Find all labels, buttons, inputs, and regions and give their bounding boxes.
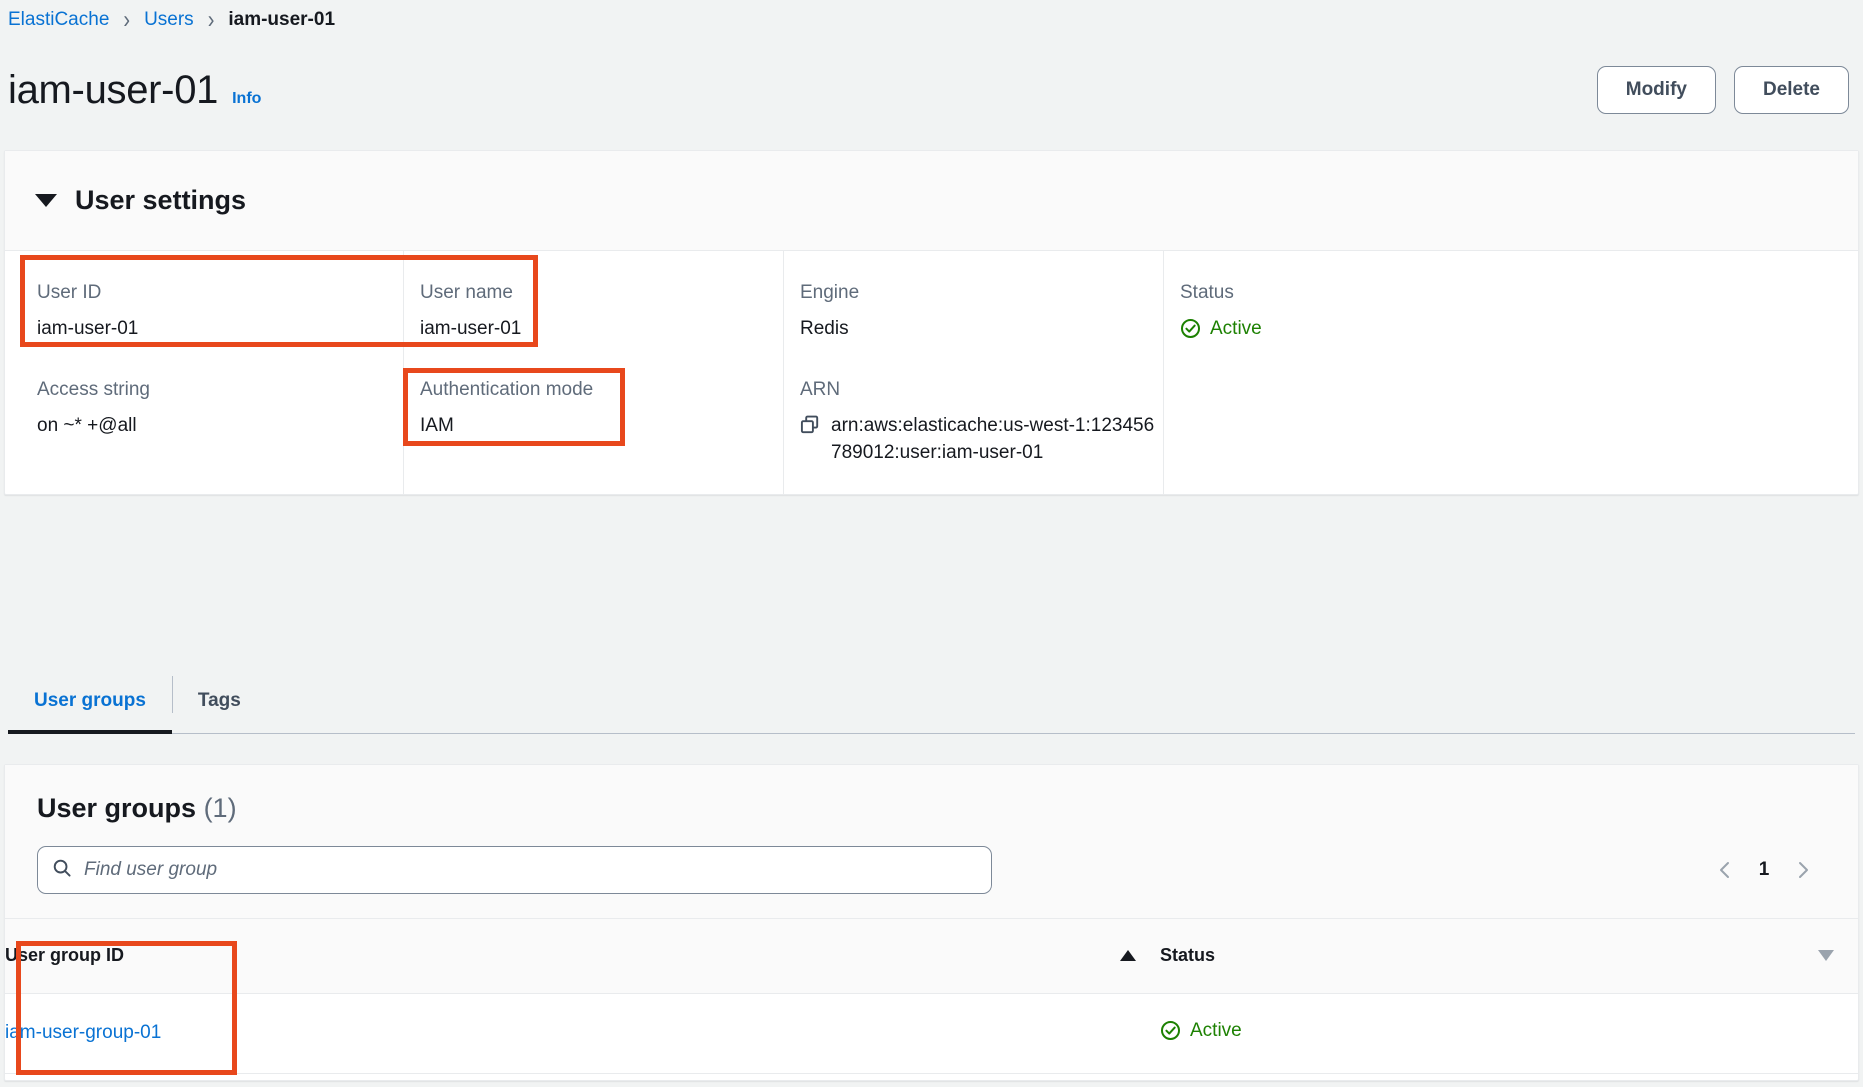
- breadcrumb: ElastiCache › Users › iam-user-01: [0, 0, 335, 40]
- table-body: iam-user-group-01 Active: [5, 993, 1858, 1074]
- field-user-name: User name iam-user-01: [420, 281, 783, 342]
- user-groups-heading: User groups (1): [37, 793, 1826, 824]
- breadcrumb-item-elasticache[interactable]: ElastiCache: [8, 9, 109, 31]
- arn-value-wrap: arn:aws:elasticache:us-west-1:1234567890…: [800, 412, 1155, 467]
- user-groups-count: (1): [204, 793, 237, 823]
- pagination: 1: [1714, 859, 1826, 881]
- page-title: iam-user-01: [8, 68, 218, 112]
- user-id-label: User ID: [37, 281, 403, 306]
- user-groups-table: User group ID Status iam-user: [5, 919, 1858, 1074]
- page-root: ElastiCache › Users › iam-user-01 iam-us…: [0, 0, 1863, 1087]
- field-access-string: Access string on ~* +@all: [37, 378, 403, 439]
- user-settings-header[interactable]: User settings: [5, 151, 1858, 251]
- tab-tags[interactable]: Tags: [172, 668, 267, 733]
- access-string-label: Access string: [37, 378, 403, 403]
- title-group: iam-user-01 Info: [8, 68, 261, 112]
- authentication-mode-value: IAM: [420, 412, 783, 440]
- status-value-wrap: Active: [1180, 315, 1858, 348]
- breadcrumb-item-current: iam-user-01: [228, 9, 335, 31]
- user-settings-title: User settings: [75, 185, 246, 216]
- field-engine: Engine Redis: [800, 281, 1163, 342]
- status-check-circle-icon: [1180, 318, 1201, 339]
- sort-ascending-icon[interactable]: [1120, 950, 1136, 961]
- arn-value: arn:aws:elasticache:us-west-1:1234567890…: [831, 412, 1155, 467]
- row-status-badge: Active: [1160, 1020, 1242, 1042]
- settings-column-3: Engine Redis ARN arn:aws:elasticache:us-…: [783, 251, 1163, 495]
- status-text: Active: [1210, 315, 1262, 343]
- column-header-user-group-id[interactable]: User group ID: [5, 919, 1160, 993]
- modify-button[interactable]: Modify: [1597, 66, 1716, 114]
- engine-value: Redis: [800, 315, 1163, 343]
- status-badge: Active: [1180, 315, 1262, 343]
- collapse-triangle-icon[interactable]: [35, 194, 57, 207]
- user-name-value: iam-user-01: [420, 315, 783, 343]
- column-header-status-label: Status: [1160, 945, 1215, 966]
- sort-descending-icon[interactable]: [1818, 950, 1834, 961]
- settings-column-1: User ID iam-user-01 Access string on ~* …: [5, 251, 403, 495]
- access-string-value: on ~* +@all: [37, 412, 403, 440]
- previous-page-icon[interactable]: [1714, 859, 1736, 881]
- settings-column-2: User name iam-user-01 Authentication mod…: [403, 251, 783, 495]
- row-status-text: Active: [1190, 1020, 1242, 1042]
- tab-bar: User groups Tags: [8, 668, 1855, 734]
- tab-user-groups[interactable]: User groups: [8, 668, 172, 733]
- user-settings-card: User settings User ID iam-user-01 Access…: [4, 150, 1859, 495]
- copy-icon[interactable]: [800, 415, 820, 444]
- next-page-icon[interactable]: [1792, 859, 1814, 881]
- tab-tags-label: Tags: [198, 690, 241, 712]
- breadcrumb-item-users[interactable]: Users: [144, 9, 194, 31]
- user-groups-toolbar: User groups (1): [5, 765, 1858, 919]
- status-label: Status: [1180, 281, 1858, 306]
- table-header: User group ID Status: [5, 919, 1858, 993]
- page-number-1[interactable]: 1: [1758, 859, 1770, 881]
- cell-user-group-id: iam-user-group-01: [5, 993, 1160, 1074]
- status-check-circle-icon: [1160, 1020, 1181, 1041]
- info-link[interactable]: Info: [232, 90, 261, 108]
- user-groups-heading-text: User groups: [37, 793, 196, 823]
- header-actions: Modify Delete: [1597, 66, 1855, 114]
- table-header-row: User group ID Status: [5, 919, 1858, 993]
- field-authentication-mode: Authentication mode IAM: [420, 378, 783, 439]
- user-name-label: User name: [420, 281, 783, 306]
- search-input[interactable]: [84, 859, 977, 881]
- field-user-id: User ID iam-user-01: [37, 281, 403, 342]
- field-status: Status Active: [1180, 281, 1858, 348]
- delete-button[interactable]: Delete: [1734, 66, 1849, 114]
- table-row[interactable]: iam-user-group-01 Active: [5, 993, 1858, 1074]
- user-settings-grid: User ID iam-user-01 Access string on ~* …: [5, 251, 1858, 495]
- user-group-link[interactable]: iam-user-group-01: [5, 1022, 161, 1043]
- column-header-user-group-id-label: User group ID: [5, 945, 124, 966]
- search-icon: [52, 858, 72, 883]
- user-id-value: iam-user-01: [37, 315, 403, 343]
- settings-column-4: Status Active: [1163, 251, 1858, 495]
- search-box[interactable]: [37, 846, 992, 894]
- tab-user-groups-label: User groups: [34, 690, 146, 712]
- field-arn: ARN arn:aws:elasticache:us-west-1:123456…: [800, 378, 1163, 467]
- arn-label: ARN: [800, 378, 1163, 403]
- cell-status: Active: [1160, 993, 1858, 1074]
- user-groups-card: User groups (1): [4, 764, 1859, 1081]
- breadcrumb-separator-icon: ›: [123, 8, 130, 33]
- table-controls: 1: [37, 846, 1826, 894]
- breadcrumb-separator-icon: ›: [208, 8, 215, 33]
- authentication-mode-label: Authentication mode: [420, 378, 783, 403]
- page-header: iam-user-01 Info Modify Delete: [0, 52, 1863, 128]
- engine-label: Engine: [800, 281, 1163, 306]
- column-header-status[interactable]: Status: [1160, 919, 1858, 993]
